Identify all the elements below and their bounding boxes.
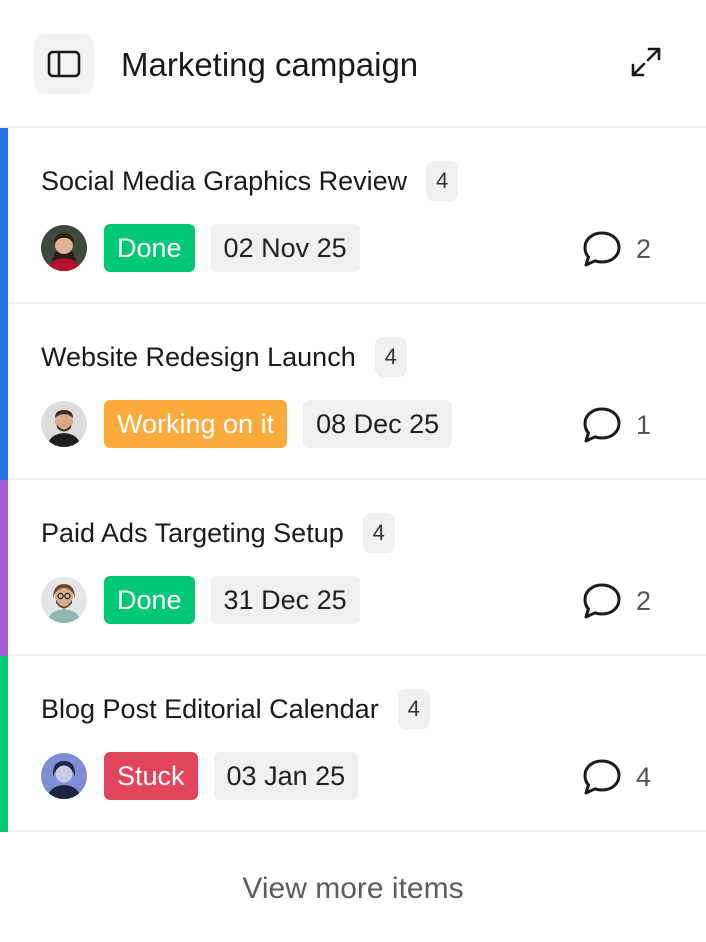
due-date[interactable]: 02 Nov 25 xyxy=(210,224,360,272)
list-item[interactable]: Website Redesign Launch 4 Working on it … xyxy=(0,304,706,480)
item-meta-row: Done 31 Dec 25 xyxy=(41,576,360,624)
comment-icon xyxy=(583,759,621,795)
expand-button[interactable] xyxy=(624,40,668,84)
page-title: Marketing campaign xyxy=(121,46,419,83)
list-item[interactable]: Blog Post Editorial Calendar 4 Stuck 03 … xyxy=(0,656,706,832)
group-color-bar xyxy=(0,304,8,480)
subitem-count-badge[interactable]: 4 xyxy=(426,161,459,201)
due-date[interactable]: 08 Dec 25 xyxy=(303,400,453,448)
comments-button[interactable]: 2 xyxy=(582,229,651,269)
comment-count: 2 xyxy=(636,233,652,264)
comment-count: 1 xyxy=(636,409,652,440)
status-badge[interactable]: Done xyxy=(104,224,195,272)
list-item[interactable]: Social Media Graphics Review 4 Done 02 N… xyxy=(0,128,706,304)
group-color-bar xyxy=(0,656,8,832)
view-more-button[interactable]: View more items xyxy=(0,862,706,916)
due-date[interactable]: 03 Jan 25 xyxy=(213,752,359,800)
item-title[interactable]: Blog Post Editorial Calendar xyxy=(41,694,379,725)
avatar[interactable] xyxy=(41,401,87,447)
comments-button[interactable]: 1 xyxy=(582,405,651,445)
item-title-row: Blog Post Editorial Calendar 4 xyxy=(41,689,430,729)
sidebar-toggle-button[interactable] xyxy=(34,34,94,94)
group-color-bar xyxy=(0,480,8,656)
item-title[interactable]: Website Redesign Launch xyxy=(41,342,356,373)
comments-button[interactable]: 4 xyxy=(582,757,651,797)
comments-button[interactable]: 2 xyxy=(582,581,651,621)
group-color-bar xyxy=(0,128,8,304)
avatar[interactable] xyxy=(41,225,87,271)
item-meta-row: Stuck 03 Jan 25 xyxy=(41,752,359,800)
header: Marketing campaign xyxy=(0,0,706,128)
item-title[interactable]: Paid Ads Targeting Setup xyxy=(41,518,344,549)
item-list: Social Media Graphics Review 4 Done 02 N… xyxy=(0,128,706,832)
item-meta-row: Done 02 Nov 25 xyxy=(41,224,360,272)
item-title-row: Social Media Graphics Review 4 xyxy=(41,161,459,201)
status-badge[interactable]: Done xyxy=(104,576,195,624)
subitem-count-badge[interactable]: 4 xyxy=(397,689,430,729)
status-badge[interactable]: Stuck xyxy=(104,752,198,800)
sidebar-toggle-icon xyxy=(47,50,81,78)
comment-icon xyxy=(583,231,621,267)
comment-icon xyxy=(583,583,621,619)
expand-icon xyxy=(631,47,661,77)
status-badge[interactable]: Working on it xyxy=(104,400,288,448)
comment-icon xyxy=(583,407,621,443)
due-date[interactable]: 31 Dec 25 xyxy=(210,576,360,624)
item-title[interactable]: Social Media Graphics Review xyxy=(41,166,407,197)
item-title-row: Website Redesign Launch 4 xyxy=(41,337,407,377)
avatar[interactable] xyxy=(41,577,87,623)
subitem-count-badge[interactable]: 4 xyxy=(362,513,395,553)
comment-count: 4 xyxy=(636,761,652,792)
comment-count: 2 xyxy=(636,585,652,616)
avatar[interactable] xyxy=(41,753,87,799)
item-title-row: Paid Ads Targeting Setup 4 xyxy=(41,513,395,553)
subitem-count-badge[interactable]: 4 xyxy=(374,337,407,377)
item-meta-row: Working on it 08 Dec 25 xyxy=(41,400,453,448)
list-item[interactable]: Paid Ads Targeting Setup 4 Done 31 Dec 2… xyxy=(0,480,706,656)
